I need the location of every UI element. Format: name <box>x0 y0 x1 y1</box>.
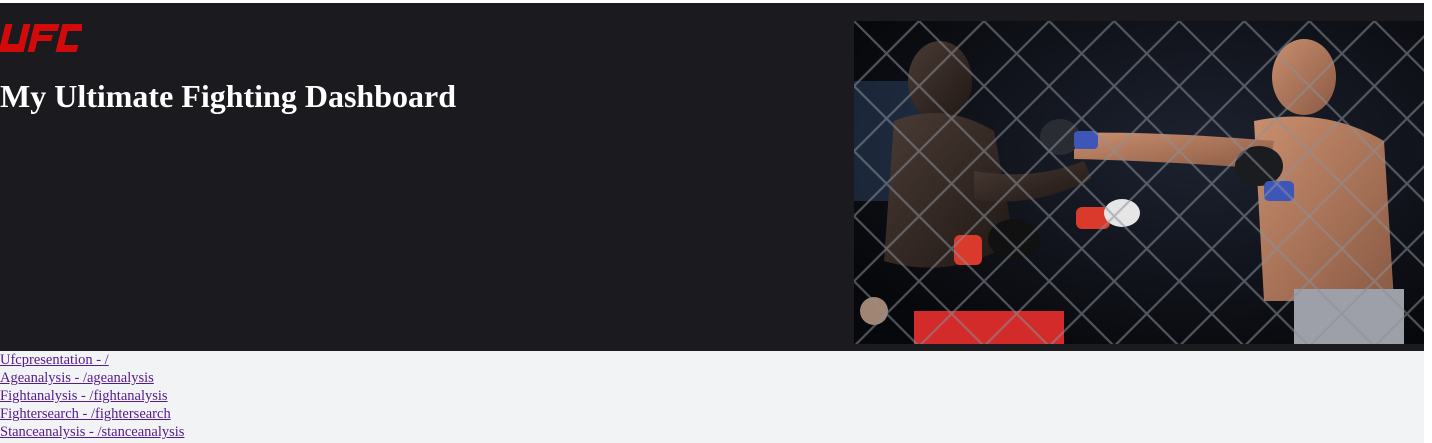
link-ageanalysis[interactable]: Ageanalysis - /ageanalysis <box>0 370 154 386</box>
list-item: Ufcpresentation - / <box>0 351 1424 369</box>
header-banner: My Ultimate Fighting Dashboard <box>0 3 1424 351</box>
list-item: Ageanalysis - /ageanalysis <box>0 369 1424 387</box>
list-item: Stanceanalysis - /stanceanalysis <box>0 423 1424 441</box>
list-item: Fightersearch - /fightersearch <box>0 405 1424 423</box>
link-ufcpresentation[interactable]: Ufcpresentation - / <box>0 352 109 368</box>
page: My Ultimate Fighting Dashboard Ufcpresen… <box>0 0 1432 443</box>
link-fightersearch[interactable]: Fightersearch - /fightersearch <box>0 406 171 422</box>
link-fightanalysis[interactable]: Fightanalysis - /fightanalysis <box>0 388 168 404</box>
nav-links-panel: Ufcpresentation - / Ageanalysis - /agean… <box>0 351 1424 443</box>
ufc-logo <box>0 24 82 52</box>
list-item: Fightanalysis - /fightanalysis <box>0 387 1424 405</box>
page-title: My Ultimate Fighting Dashboard <box>0 78 456 114</box>
page-links-list: Ufcpresentation - / Ageanalysis - /agean… <box>0 351 1424 441</box>
link-stanceanalysis[interactable]: Stanceanalysis - /stanceanalysis <box>0 424 184 440</box>
fight-photo-image <box>854 21 1424 344</box>
